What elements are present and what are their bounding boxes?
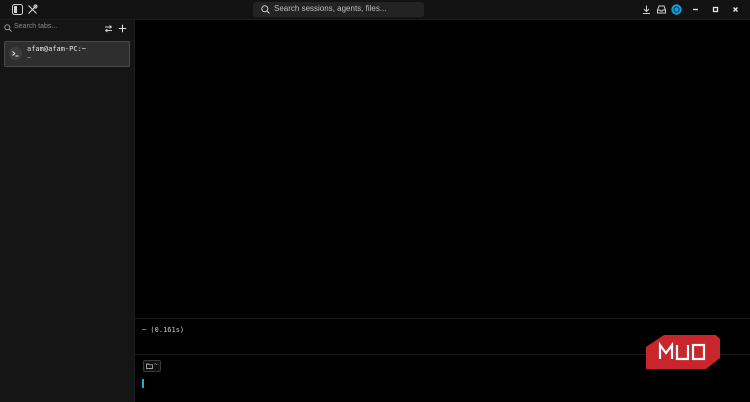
command-block-output: ~ (0.161s) [142,326,185,334]
global-search-bar[interactable]: Search sessions, agents, files... [253,2,424,17]
title-bar: Search sessions, agents, files... [0,0,750,20]
tab-search-input[interactable]: Search tabs... [14,23,57,30]
tabs-sidebar: Search tabs... afam@afam-PC:~ ~ [0,20,135,402]
new-tab-icon[interactable] [118,24,127,33]
muo-logo [646,335,720,369]
sidebar-toggle-icon[interactable] [12,4,23,15]
sort-tabs-icon[interactable] [104,24,113,33]
input-cursor[interactable] [142,379,144,388]
maximize-icon[interactable] [710,4,721,15]
session-tab[interactable]: afam@afam-PC:~ ~ [4,41,130,67]
search-icon [4,24,12,32]
tools-icon[interactable] [27,4,38,15]
inbox-icon[interactable] [656,4,667,15]
download-icon[interactable] [641,4,652,15]
global-search-placeholder: Search sessions, agents, files... [274,4,387,13]
block-divider [135,318,750,319]
avatar[interactable] [671,4,682,15]
tab-search-row: Search tabs... [0,20,134,37]
close-icon[interactable] [730,4,741,15]
cwd-label: ~ [154,361,158,368]
minimize-icon[interactable] [690,4,701,15]
session-subtitle: ~ [27,54,32,62]
cwd-chip[interactable]: ~ [143,360,161,372]
folder-icon [146,363,153,369]
search-icon [261,5,270,14]
session-title: afam@afam-PC:~ [27,45,87,53]
terminal-icon [9,47,22,60]
